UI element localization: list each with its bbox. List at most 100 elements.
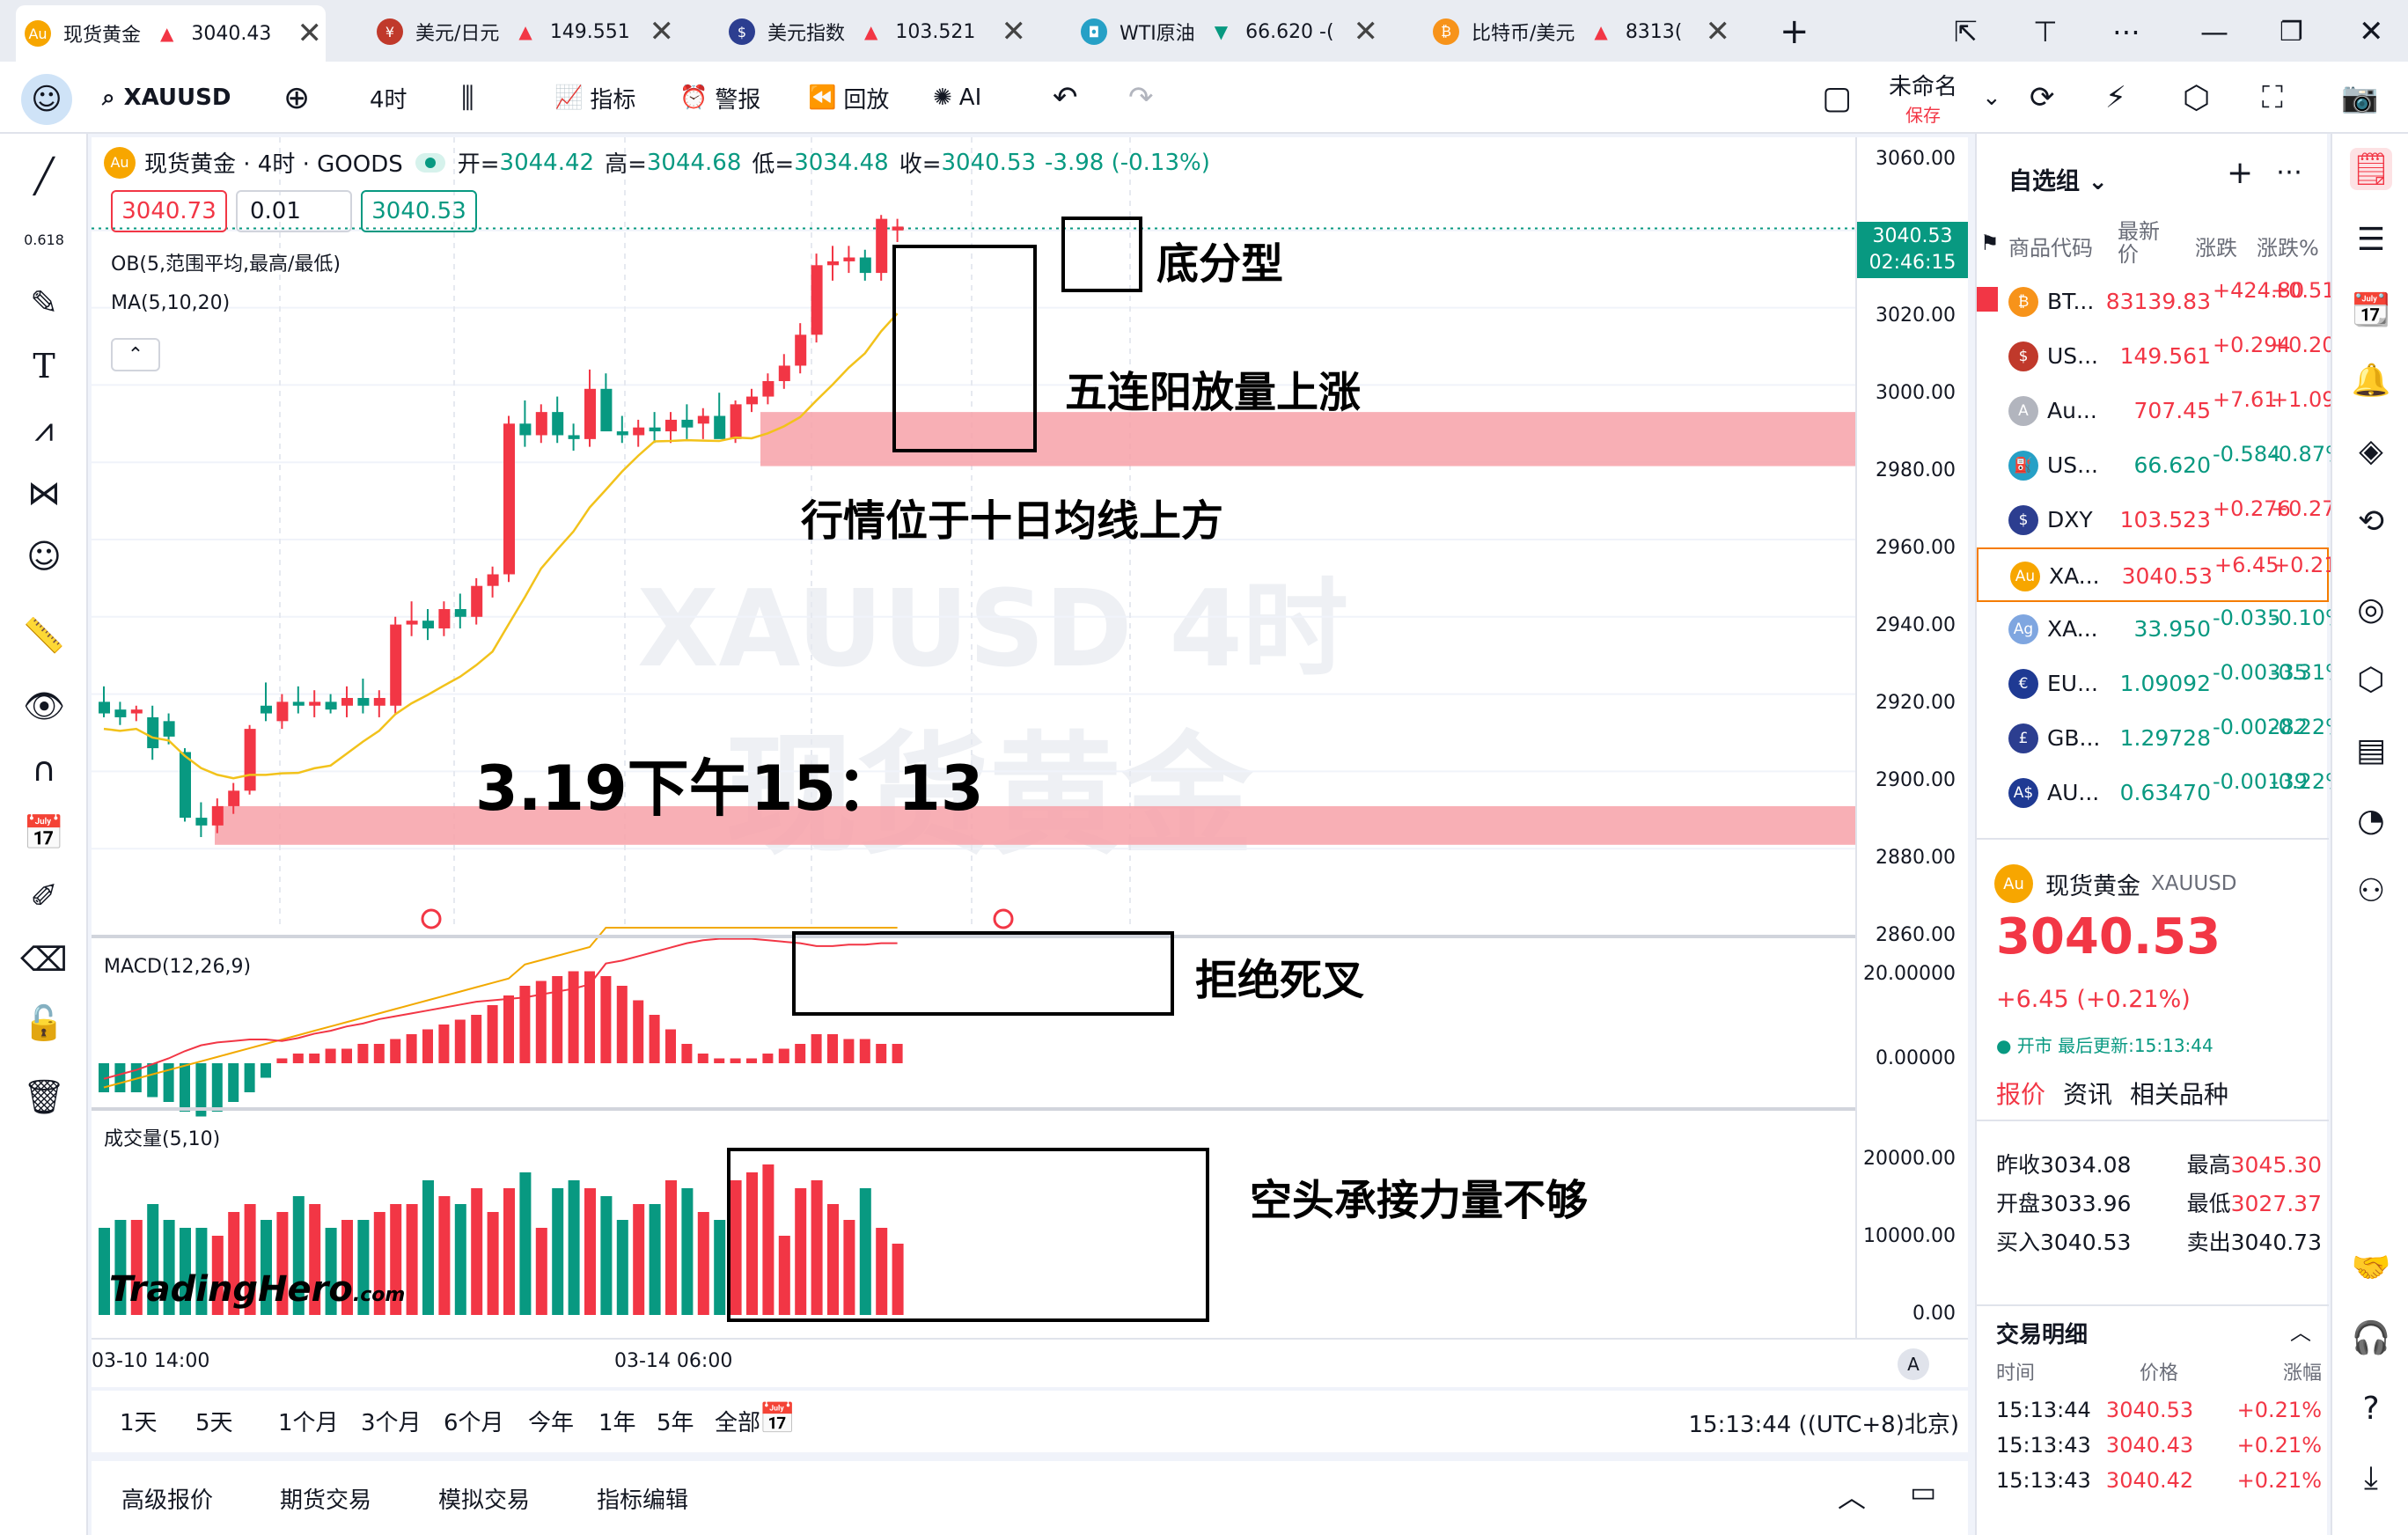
text-icon[interactable]: T [23, 345, 65, 387]
undo-icon[interactable]: ↶ [1053, 77, 1078, 118]
tab-news[interactable]: 资讯 [2063, 1076, 2112, 1111]
tab-xauusd[interactable]: Au 现货黄金 ▲ 3040.43 ✕ [16, 5, 326, 62]
chart-pane[interactable]: XAUUSD 4时 现货黄金 Au 现货黄金 · 4时 · GOODS 开= 30… [92, 137, 1855, 1338]
restore-icon[interactable]: ❐ [2271, 9, 2303, 55]
close-icon[interactable]: ✕ [1706, 14, 1731, 49]
eraser-icon[interactable]: ⌫ [20, 938, 68, 980]
tab-advanced-quote[interactable]: 高级报价 [121, 1482, 213, 1515]
watchlist-row[interactable]: A Au... 707.45 +7.61 +1.09% [1977, 384, 2355, 438]
add-icon[interactable]: + [2227, 155, 2253, 191]
close-icon[interactable]: ✕ [650, 14, 675, 49]
layout-checkbox-icon[interactable]: ▢ [1822, 77, 1852, 118]
alert-button[interactable]: ⏰ 警报 [679, 77, 760, 118]
layout-name-button[interactable]: 未命名 保存 [1889, 69, 1957, 126]
watchlist-row[interactable]: € EU... 1.09092 -0.00335 -0.31% [1977, 657, 2346, 711]
lock-icon[interactable]: 🔓 [23, 1002, 65, 1044]
tab-indicator-editor[interactable]: 指标编辑 [597, 1482, 688, 1515]
watchlist-row[interactable]: Ag XA... 33.950 -0.035 -0.10% [1977, 602, 2346, 657]
calendar-eye-icon[interactable]: 📅 [23, 812, 65, 854]
calendar-icon[interactable]: 📅 [759, 1401, 796, 1436]
chevron-down-icon[interactable]: ⌄ [1982, 77, 2001, 118]
header-pct[interactable]: 涨跌% [2257, 231, 2319, 261]
help-icon[interactable]: ? [2350, 1387, 2392, 1429]
ma-indicator-label[interactable]: MA(5,10,20) [111, 292, 230, 314]
bell-icon[interactable]: 🔔 [2350, 359, 2392, 401]
zoom-icon[interactable]: 👁 [23, 685, 65, 727]
settings-icon[interactable]: ⬡ [2183, 77, 2210, 118]
watchlist-row[interactable]: Au XA... 3040.53 +6.45 +0.21% [1977, 547, 2357, 602]
range-button[interactable]: 3个月 [361, 1405, 444, 1437]
handshake-icon[interactable]: 🤝 [2350, 1246, 2392, 1289]
tab-futures[interactable]: 期货交易 [280, 1482, 371, 1515]
range-button[interactable]: 5天 [195, 1405, 278, 1437]
pie-chart-icon[interactable]: ◔ [2350, 799, 2392, 841]
auto-scale-icon[interactable]: A [1898, 1348, 1929, 1380]
spread-box[interactable]: 0.01 [236, 190, 352, 232]
trash-icon[interactable]: 🗑 [23, 1076, 65, 1118]
replay-button[interactable]: ⏪ 回放 [808, 77, 889, 118]
maximize-panel-icon[interactable]: ▭ [1910, 1475, 1936, 1509]
pin-icon[interactable]: ⊤ [2024, 9, 2058, 55]
close-icon[interactable]: ✕ [297, 16, 323, 51]
ruler-icon[interactable]: 📏 [23, 614, 65, 657]
network-icon[interactable]: ⚇ [2350, 870, 2392, 912]
time-axis-bar[interactable]: 03-10 14:00 03-14 06:00 A [92, 1338, 1968, 1387]
redo-icon[interactable]: ↷ [1128, 77, 1154, 118]
emoji-icon[interactable]: ☺ [23, 535, 65, 577]
tab-usdjpy[interactable]: ¥ 美元/日元 ▲ 149.551 ✕ [368, 9, 678, 55]
add-symbol-icon[interactable]: ⊕ [283, 77, 310, 118]
tab-paper-trading[interactable]: 模拟交易 [438, 1482, 530, 1515]
header-last[interactable]: 最新价 [2118, 220, 2170, 266]
range-button[interactable]: 1天 [120, 1405, 195, 1437]
watchlist-row[interactable]: ₿ BT... 83139.83 +424.80 +0.51% [1977, 275, 2355, 329]
minimize-icon[interactable]: — [2191, 9, 2228, 55]
range-button[interactable]: 5年 [657, 1405, 715, 1437]
window-close-icon[interactable]: ✕ [2350, 9, 2384, 55]
volume-label[interactable]: 成交量(5,10) [104, 1123, 220, 1151]
range-button[interactable]: 今年 [528, 1405, 598, 1437]
layers-icon[interactable]: ◈ [2350, 430, 2392, 472]
target-icon[interactable]: ◎ [2350, 588, 2392, 630]
close-icon[interactable]: ✕ [1354, 14, 1379, 49]
watchlist-row[interactable]: $ DXY 103.523 +0.276 +0.27% [1977, 493, 2355, 547]
download-icon[interactable]: ⤓ [2350, 1458, 2392, 1500]
sync-icon[interactable]: ⟳ [2030, 77, 2055, 118]
close-icon[interactable]: ✕ [1002, 14, 1027, 49]
chevron-up-icon[interactable]: ︿ [1838, 1475, 1866, 1516]
cube-icon[interactable]: ⬡ [2350, 658, 2392, 701]
header-chg[interactable]: 涨跌 [2195, 231, 2237, 261]
watchlist-icon[interactable]: 🗒 [2350, 148, 2392, 190]
avatar[interactable]: ☺ [21, 74, 72, 125]
trendline-icon[interactable]: ╱ [23, 155, 65, 197]
range-button[interactable]: 1年 [598, 1405, 657, 1437]
details-icon[interactable]: ☰ [2350, 218, 2392, 261]
tab-wti[interactable]: ◘ WTI原油 ▼ 66.620 -( ✕ [1072, 9, 1382, 55]
chevron-up-icon[interactable]: ︿ [2290, 1315, 2311, 1346]
tab-dxy[interactable]: $ 美元指数 ▲ 103.521 ✕ [720, 9, 1030, 55]
interval-button[interactable]: 4时 [370, 77, 407, 118]
prediction-icon[interactable]: ⋈ [23, 472, 65, 514]
brush-icon[interactable]: ✎ [23, 282, 65, 324]
magnet-icon[interactable]: ∩ [23, 748, 65, 790]
watchlist-row[interactable]: ⛽ US... 66.620 -0.584 -0.87% [1977, 438, 2346, 493]
new-tab-button[interactable]: + [1771, 9, 1815, 55]
ob-indicator-label[interactable]: OB(5,范围平均,最高/最低) [111, 248, 341, 276]
fib-retracement-icon[interactable]: 0.618 [23, 218, 65, 261]
range-button[interactable]: 6个月 [444, 1405, 528, 1437]
lock-drawing-icon[interactable]: ✐ [23, 875, 65, 917]
watchlist-title[interactable]: 自选组 ⌄ [2008, 162, 2108, 196]
chart-canvas[interactable]: XAUUSD 4时 现货黄金 [92, 137, 1855, 1338]
screener-icon[interactable]: ▤ [2350, 729, 2392, 771]
collapse-legend-icon[interactable]: ⌃ [111, 338, 160, 371]
candle-type-icon[interactable]: ⫼ [461, 77, 474, 118]
buy-price-box[interactable]: 3040.53 [361, 190, 477, 232]
event-marker[interactable] [993, 908, 1014, 929]
header-code[interactable]: 商品代码 [2008, 231, 2093, 261]
tab-quote[interactable]: 报价 [1996, 1076, 2045, 1111]
clock-timezone[interactable]: 15:13:44 ((UTC+8)北京) [1689, 1406, 1959, 1439]
pattern-icon[interactable]: ⩘ [23, 408, 65, 451]
legend-title[interactable]: 现货黄金 · 4时 · GOODS [144, 146, 403, 179]
price-scale[interactable]: 3060.00 3040.53 02:46:15 3020.00 3000.00… [1855, 137, 1968, 1338]
watchlist-row[interactable]: A$ AU... 0.63470 -0.00139 -0.22% [1977, 766, 2346, 820]
ai-button[interactable]: ✺ AI [933, 77, 981, 118]
